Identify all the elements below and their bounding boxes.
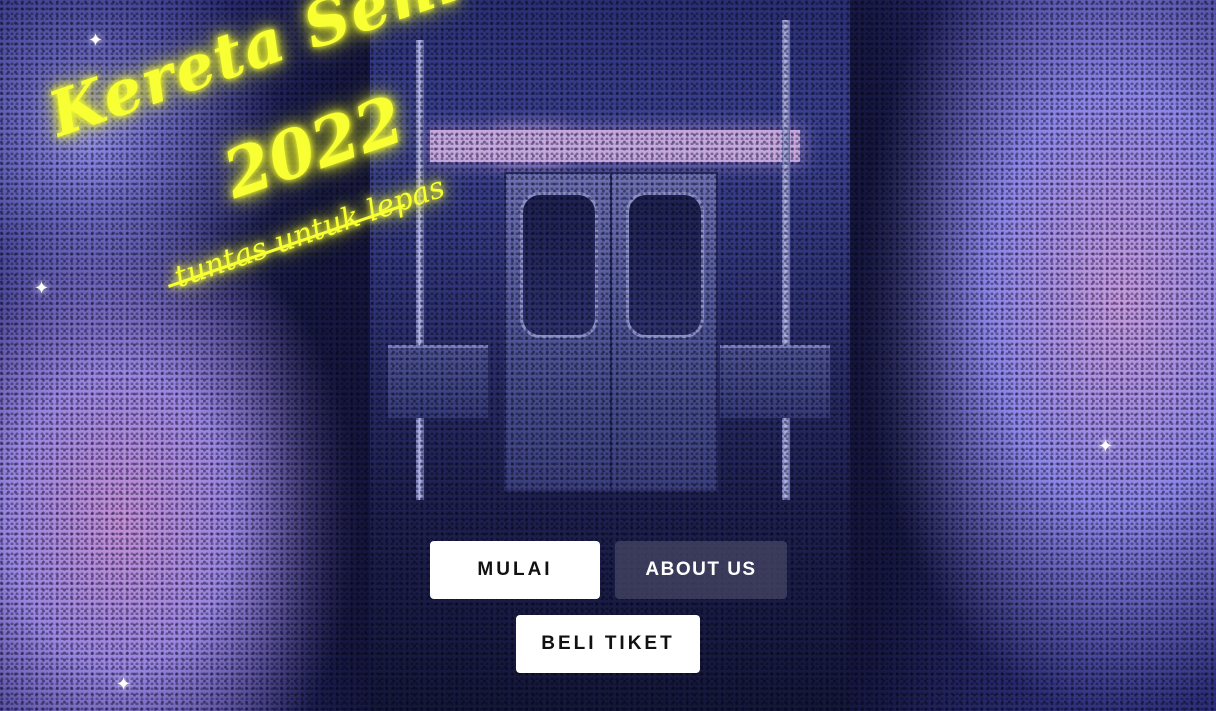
about-us-button[interactable]: ABOUT US	[615, 541, 787, 599]
buy-ticket-button[interactable]: BELI TIKET	[516, 615, 700, 673]
sparkle-icon: ✦	[116, 674, 132, 695]
sparkle-icon: ✦	[88, 30, 104, 51]
sparkle-icon: ✦	[1098, 436, 1114, 457]
hero-background: ✦ ✦ ✦ ✦ Kereta Seni 2022 tuntas untuk le…	[0, 0, 1216, 711]
start-button[interactable]: MULAI	[430, 541, 600, 599]
sparkle-icon: ✦	[34, 278, 50, 299]
